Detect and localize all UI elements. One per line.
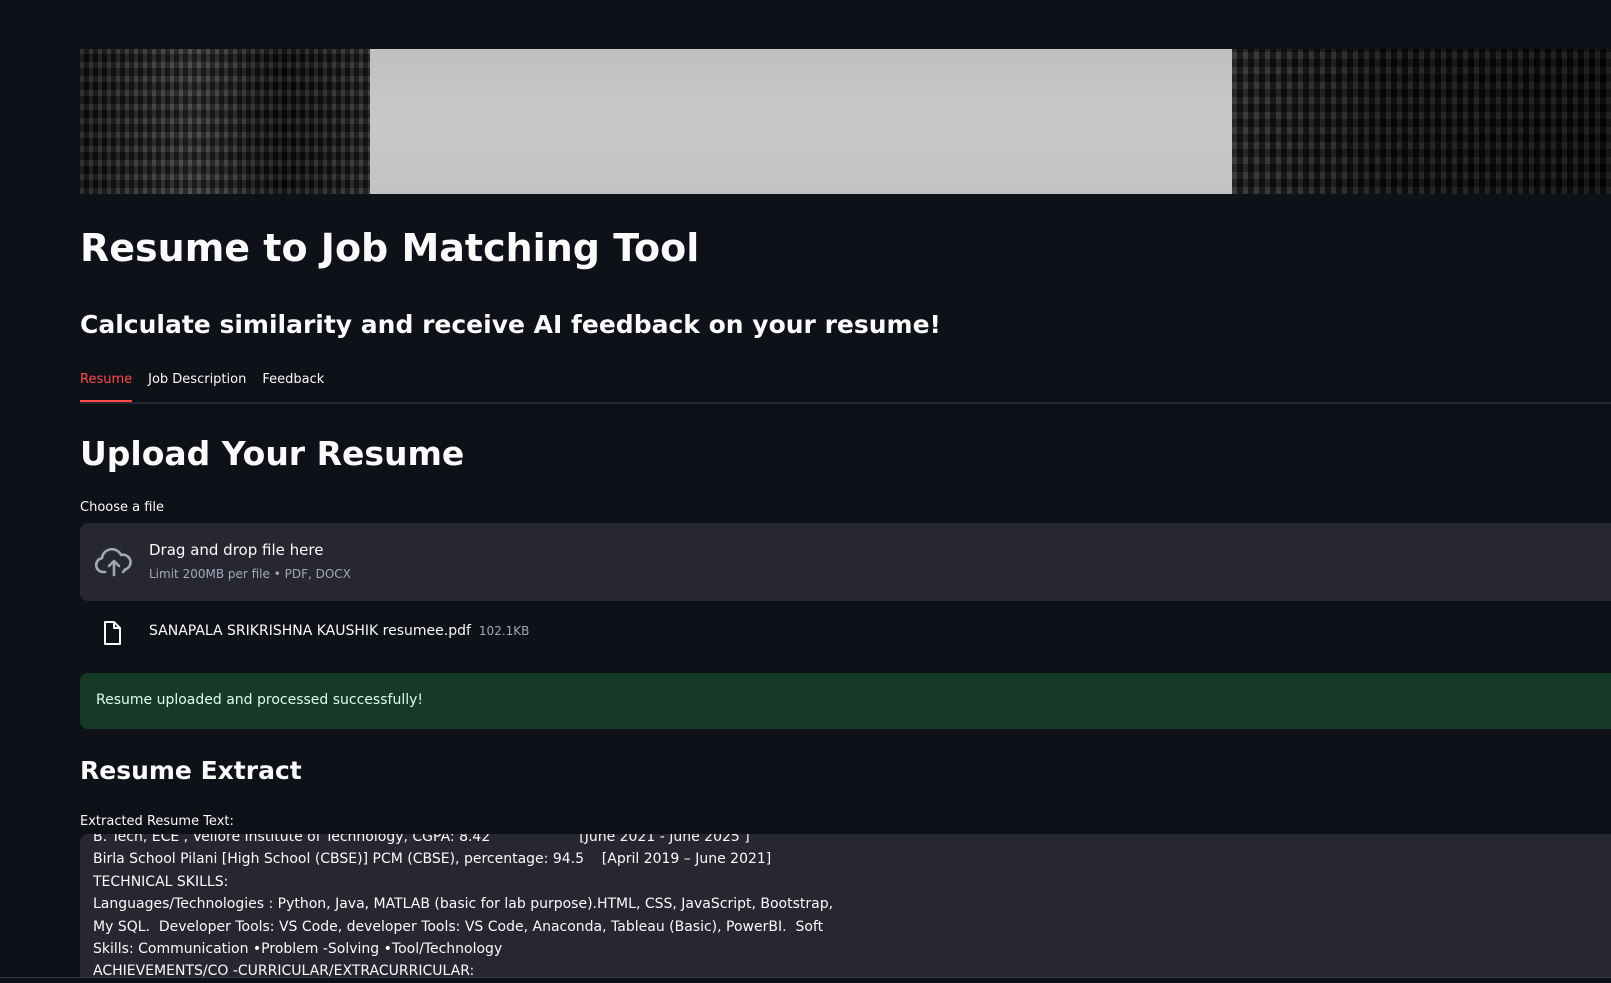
file-uploader-label: Choose a file xyxy=(80,500,165,515)
file-dropzone[interactable]: Drag and drop file here Limit 200MB per … xyxy=(80,523,1611,601)
extracted-text-label: Extracted Resume Text: xyxy=(80,814,234,829)
banner-sky xyxy=(370,49,1232,194)
success-alert: Resume uploaded and processed successful… xyxy=(80,673,1611,729)
extracted-text-line: TECHNICAL SKILLS: xyxy=(93,873,229,890)
header-banner-image xyxy=(80,49,1611,194)
cloud-upload-icon xyxy=(94,545,134,579)
dropzone-instruction: Drag and drop file here xyxy=(149,541,324,559)
tab-feedback[interactable]: Feedback xyxy=(262,368,324,398)
banner-building-right xyxy=(1232,49,1611,194)
tab-job-description[interactable]: Job Description xyxy=(148,368,246,398)
uploaded-file-item: SANAPALA SRIKRISHNA KAUSHIK resumee.pdf 1… xyxy=(80,612,1080,652)
dropzone-limit-hint: Limit 200MB per file • PDF, DOCX xyxy=(149,567,351,581)
upload-heading: Upload Your Resume xyxy=(80,434,465,473)
page-title: Resume to Job Matching Tool xyxy=(80,226,700,270)
window-bottom-edge xyxy=(0,977,1611,983)
uploaded-file-size: 102.1KB xyxy=(478,624,530,638)
tab-bar: Resume Job Description Feedback xyxy=(80,368,1611,404)
extracted-text-line: Birla School Pilani [High School (CBSE)]… xyxy=(93,851,772,868)
app-page: Resume to Job Matching Tool Calculate si… xyxy=(0,0,1611,983)
extracted-text-line: My SQL. Developer Tools: VS Code, develo… xyxy=(93,918,824,935)
resume-extract-heading: Resume Extract xyxy=(80,756,302,785)
extracted-text-line: Skills: Communication •Problem -Solving … xyxy=(93,941,503,958)
page-subtitle: Calculate similarity and receive AI feed… xyxy=(80,310,941,339)
tab-resume[interactable]: Resume xyxy=(80,368,133,402)
extracted-text-area[interactable]: B. Tech, ECE , Vellore Institute of Tech… xyxy=(80,834,1611,983)
uploaded-file-name: SANAPALA SRIKRISHNA KAUSHIK resumee.pdf 1… xyxy=(149,623,529,639)
extracted-text-line: Languages/Technologies : Python, Java, M… xyxy=(93,896,834,913)
file-icon xyxy=(100,620,124,646)
extracted-text-content: B. Tech, ECE , Vellore Institute of Tech… xyxy=(93,834,1611,983)
extracted-text-line: B. Tech, ECE , Vellore Institute of Tech… xyxy=(93,834,750,845)
uploaded-file-name-text: SANAPALA SRIKRISHNA KAUSHIK resumee.pdf xyxy=(149,623,471,639)
banner-building-left xyxy=(80,49,370,194)
success-message: Resume uploaded and processed successful… xyxy=(96,692,423,708)
